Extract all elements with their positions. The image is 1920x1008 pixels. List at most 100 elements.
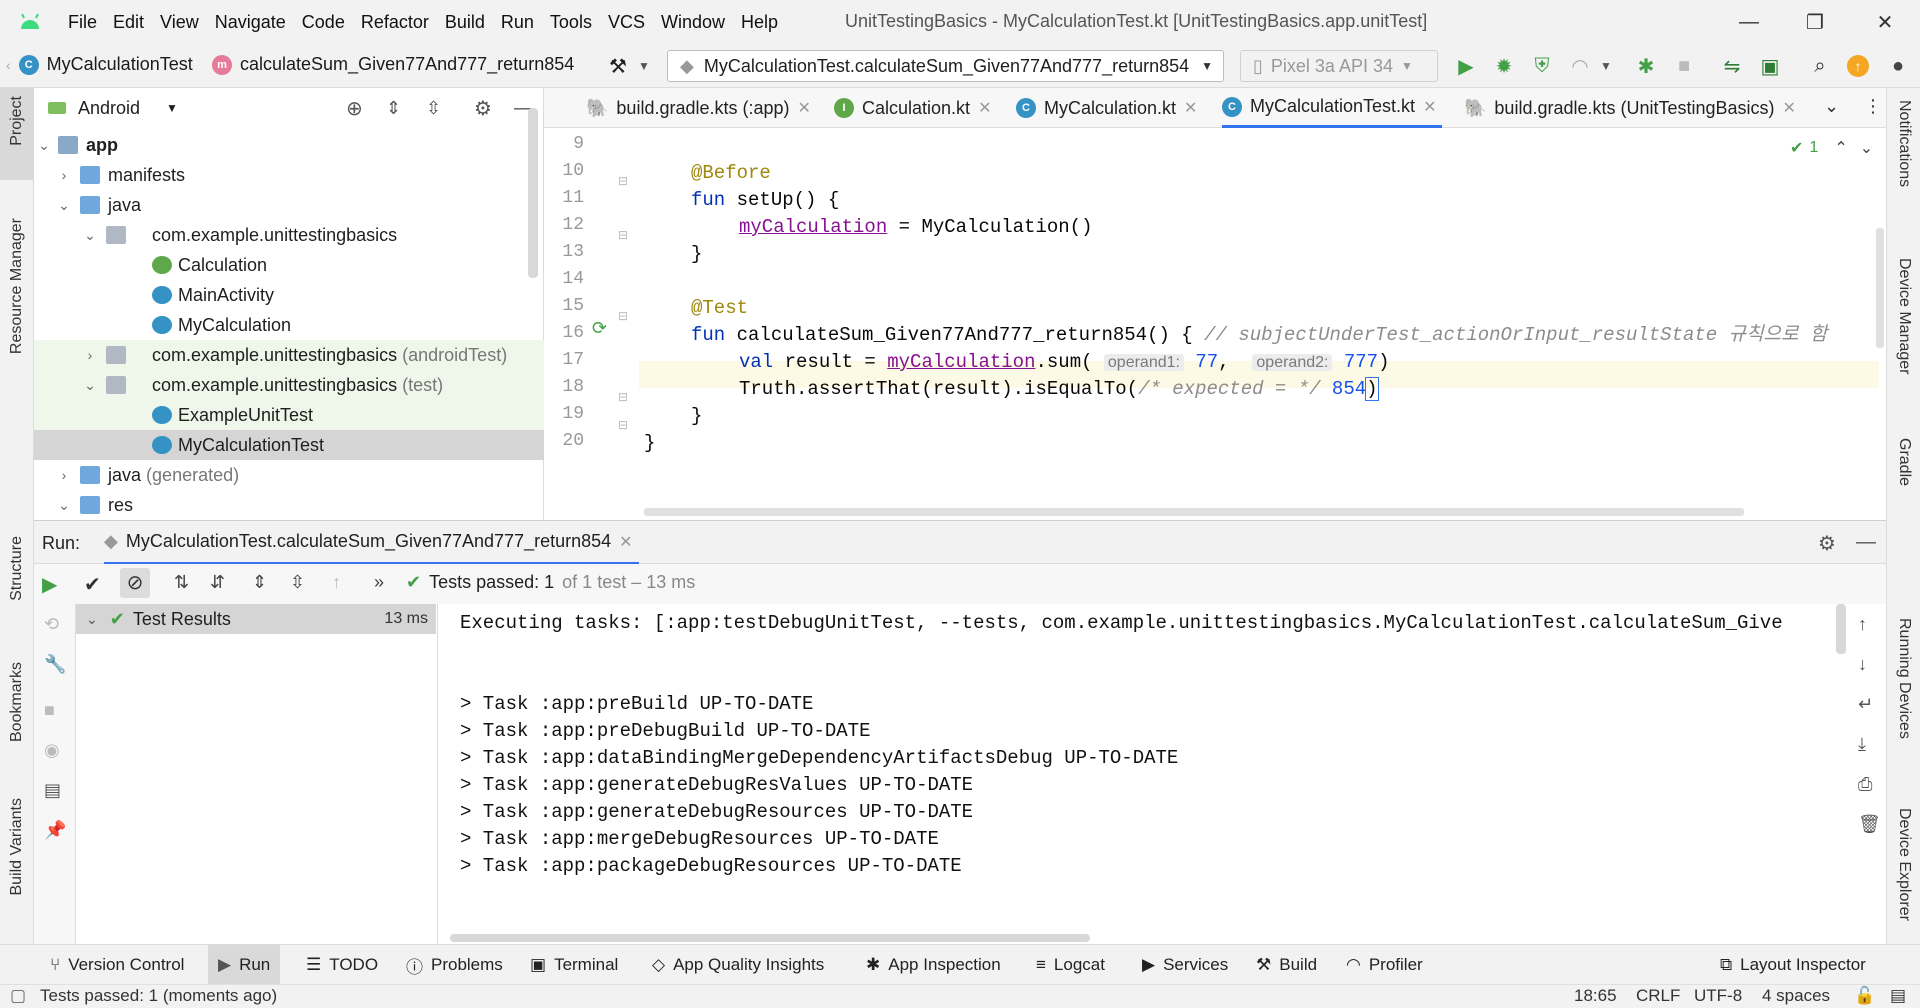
tool-terminal[interactable]: ▣ Terminal bbox=[530, 945, 618, 985]
close-icon[interactable]: ✕ bbox=[798, 98, 811, 118]
more-actions-icon[interactable]: » bbox=[374, 572, 384, 593]
expand-all-icon[interactable]: ⇕ bbox=[252, 572, 267, 593]
tab-build-gradle-project[interactable]: 🐘 build.gradle.kts (UnitTestingBasics) ✕ bbox=[1464, 88, 1796, 128]
tab-calculation[interactable]: I Calculation.kt ✕ bbox=[834, 88, 991, 128]
tree-node-res[interactable]: ⌄ res bbox=[34, 490, 544, 520]
more-icon[interactable]: ⋮ bbox=[1864, 96, 1882, 117]
run-test-gutter-icon[interactable]: ⟳ bbox=[592, 318, 607, 339]
console-output[interactable]: Executing tasks: [:app:testDebugUnitTest… bbox=[440, 604, 1848, 944]
menu-code[interactable]: Code bbox=[294, 12, 353, 33]
tool-problems[interactable]: ⓘ Problems bbox=[406, 945, 503, 985]
status-message[interactable]: Tests passed: 1 (moments ago) bbox=[40, 986, 277, 1006]
soft-wrap-icon[interactable]: ↵ bbox=[1858, 694, 1873, 715]
tool-build[interactable]: ⚒ Build bbox=[1256, 945, 1317, 985]
menu-navigate[interactable]: Navigate bbox=[207, 12, 294, 33]
device-mirror-icon[interactable]: ▣ bbox=[1756, 52, 1784, 80]
tree-node-java-generated[interactable]: › java (generated) bbox=[34, 460, 544, 490]
tree-node-exampleunittest[interactable]: ExampleUnitTest bbox=[34, 400, 544, 430]
rerun-failed-icon[interactable]: ⟲ bbox=[44, 614, 59, 635]
run-configuration-select[interactable]: ◆ MyCalculationTest.calculateSum_Given77… bbox=[667, 50, 1224, 82]
previous-failed-icon[interactable]: ↑ bbox=[332, 572, 341, 593]
fold-icon[interactable]: ⊟ bbox=[618, 228, 628, 242]
coverage-icon[interactable]: ⛨ bbox=[1528, 52, 1556, 80]
stop-icon[interactable]: ■ bbox=[44, 700, 55, 721]
show-ignored-icon[interactable]: ⊘ bbox=[120, 568, 150, 598]
device-select[interactable]: ▯ Pixel 3a API 34 ▼ bbox=[1240, 50, 1438, 82]
tool-run[interactable]: ▶ Run bbox=[208, 945, 281, 985]
tool-version-control[interactable]: ⑂ Version Control bbox=[50, 945, 184, 985]
tree-node-java[interactable]: ⌄ java bbox=[34, 190, 544, 220]
chevron-down-icon[interactable]: ▼ bbox=[166, 101, 178, 115]
arrow-up-icon[interactable]: ↑ bbox=[1858, 614, 1867, 635]
tree-node-calculation[interactable]: Calculation bbox=[34, 250, 544, 280]
device-explorer-label[interactable]: Device Explorer bbox=[1895, 808, 1913, 921]
chevron-down-icon[interactable]: ▼ bbox=[630, 52, 658, 80]
close-icon[interactable]: ✕ bbox=[978, 98, 991, 118]
locate-icon[interactable]: ⊕ bbox=[346, 96, 363, 121]
run-tab[interactable]: ◆ MyCalculationTest.calculateSum_Given77… bbox=[104, 521, 639, 565]
menu-tools[interactable]: Tools bbox=[542, 12, 600, 33]
tree-node-mycalculationtest[interactable]: MyCalculationTest bbox=[34, 430, 544, 460]
fold-icon[interactable]: ⊟ bbox=[618, 418, 628, 432]
close-icon[interactable]: ✕ bbox=[619, 532, 632, 552]
expand-all-icon[interactable]: ⇕ bbox=[386, 98, 401, 119]
scroll-to-end-icon[interactable]: ⤓ bbox=[1858, 734, 1866, 755]
arrow-down-icon[interactable]: ↓ bbox=[1858, 654, 1867, 675]
gear-icon[interactable]: ⚙ bbox=[474, 96, 492, 121]
caret-position[interactable]: 18:65 bbox=[1574, 986, 1617, 1006]
tree-node-test-package[interactable]: ⌄ com.example.unittestingbasics (test) bbox=[34, 370, 544, 400]
chevron-down-icon[interactable]: ▼ bbox=[1592, 52, 1620, 80]
running-devices-label[interactable]: Running Devices bbox=[1895, 618, 1913, 739]
attach-debugger-icon[interactable]: ✱ bbox=[1632, 52, 1660, 80]
breadcrumb-class[interactable]: ‹ C MyCalculationTest bbox=[6, 54, 193, 75]
wrench-icon[interactable]: 🔧 bbox=[44, 654, 66, 675]
tab-mycalculationtest[interactable]: C MyCalculationTest.kt ✕ bbox=[1222, 88, 1443, 128]
menu-run[interactable]: Run bbox=[493, 12, 542, 33]
tool-logcat[interactable]: ≡ Logcat bbox=[1036, 945, 1105, 985]
console-h-scrollbar[interactable] bbox=[450, 934, 1090, 942]
profile-icon[interactable]: ◠ bbox=[1566, 52, 1594, 80]
chevron-down-icon[interactable]: ⌄ bbox=[1860, 138, 1873, 158]
gear-icon[interactable]: ⚙ bbox=[1818, 531, 1836, 556]
tree-node-package[interactable]: ⌄ com.example.unittestingbasics bbox=[34, 220, 544, 250]
editor-scrollbar[interactable] bbox=[1876, 228, 1884, 348]
lock-icon[interactable]: 🔓 bbox=[1854, 986, 1875, 1006]
menu-vcs[interactable]: VCS bbox=[600, 12, 653, 33]
sort-duration-icon[interactable]: ⇵ bbox=[210, 572, 225, 593]
tool-profiler[interactable]: ◠ Profiler bbox=[1346, 945, 1423, 985]
close-icon[interactable]: ✕ bbox=[1423, 97, 1436, 117]
structure-label[interactable]: Structure bbox=[8, 536, 26, 601]
menu-build[interactable]: Build bbox=[437, 12, 493, 33]
search-icon[interactable]: ⌕ bbox=[1806, 52, 1834, 80]
pin-icon[interactable]: 📌 bbox=[44, 820, 66, 841]
fold-icon[interactable]: ⊟ bbox=[618, 309, 628, 323]
account-icon[interactable]: ● bbox=[1884, 52, 1912, 80]
bookmarks-label[interactable]: Bookmarks bbox=[8, 662, 26, 742]
memory-icon[interactable]: ▤ bbox=[1890, 986, 1906, 1006]
gradle-sync-icon[interactable]: ⇋ bbox=[1718, 52, 1746, 80]
project-view-mode[interactable]: Android bbox=[78, 98, 140, 119]
line-separator[interactable]: CRLF bbox=[1636, 986, 1680, 1006]
build-variants-label[interactable]: Build Variants bbox=[8, 798, 26, 896]
resource-manager-label[interactable]: Resource Manager bbox=[8, 218, 26, 354]
debug-icon[interactable]: ✹ bbox=[1490, 52, 1518, 80]
tool-services[interactable]: ▶ Services bbox=[1142, 945, 1228, 985]
menu-refactor[interactable]: Refactor bbox=[353, 12, 437, 33]
print-icon[interactable]: ⎙ bbox=[1858, 774, 1872, 795]
tab-mycalculation[interactable]: C MyCalculation.kt ✕ bbox=[1016, 88, 1197, 128]
notifications-label[interactable]: Notifications bbox=[1895, 100, 1913, 187]
tool-app-quality-insights[interactable]: ◇ App Quality Insights bbox=[652, 945, 824, 985]
trash-icon[interactable]: 🗑 bbox=[1858, 814, 1881, 835]
collapse-all-icon[interactable]: ⇳ bbox=[290, 572, 305, 593]
gradle-label[interactable]: Gradle bbox=[1895, 438, 1913, 486]
sort-alpha-icon[interactable]: ⇅ bbox=[174, 572, 189, 593]
project-tool-label[interactable]: Project bbox=[8, 96, 26, 146]
update-icon[interactable]: ↑ bbox=[1844, 52, 1872, 80]
collapse-all-icon[interactable]: ⇳ bbox=[426, 98, 441, 119]
tool-layout-inspector[interactable]: ⧉ Layout Inspector bbox=[1720, 945, 1866, 985]
status-toggle-icon[interactable]: ▢ bbox=[10, 986, 26, 1006]
menu-edit[interactable]: Edit bbox=[105, 12, 152, 33]
menu-file[interactable]: File bbox=[60, 12, 105, 33]
tab-build-gradle-app[interactable]: 🐘 build.gradle.kts (:app) ✕ bbox=[586, 88, 811, 128]
menu-window[interactable]: Window bbox=[653, 12, 733, 33]
